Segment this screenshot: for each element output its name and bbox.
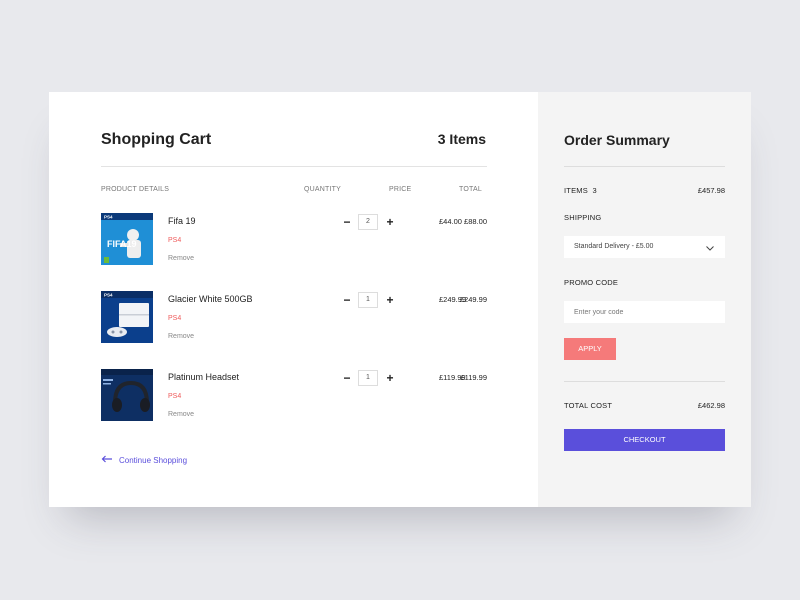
remove-link[interactable]: Remove bbox=[168, 411, 194, 418]
order-summary-panel: Order Summary ITEMS 3 £457.98 SHIPPING S… bbox=[538, 92, 751, 507]
quantity-input[interactable]: 2 bbox=[358, 214, 378, 230]
checkout-button[interactable]: CHECKOUT bbox=[564, 429, 725, 451]
cart-divider bbox=[101, 166, 487, 167]
cart-row: PS4 FIFA19 Fifa 19 PS4 Remove − 2 + £44.… bbox=[101, 213, 487, 265]
summary-items-label: ITEMS 3 bbox=[564, 186, 597, 195]
items-label: ITEMS bbox=[564, 186, 588, 195]
product-total: £119.99 bbox=[460, 373, 487, 382]
chevron-down-icon bbox=[705, 241, 715, 263]
svg-text:FIFA19: FIFA19 bbox=[107, 239, 137, 249]
minus-icon[interactable]: − bbox=[341, 294, 353, 306]
product-platform: PS4 bbox=[168, 237, 182, 244]
shipping-label: SHIPPING bbox=[564, 213, 602, 222]
product-total: £249.99 bbox=[459, 295, 487, 304]
shopping-cart-panel: Shopping Cart 3 Items PRODUCT DETAILS QU… bbox=[49, 92, 538, 507]
continue-shopping-link[interactable]: Continue Shopping bbox=[101, 455, 187, 465]
quantity-input[interactable]: 1 bbox=[358, 370, 378, 386]
total-cost-label: TOTAL COST bbox=[564, 401, 613, 410]
product-image-glacier-white[interactable]: PS4 bbox=[101, 291, 153, 343]
promo-code-input[interactable] bbox=[564, 301, 725, 323]
product-image-platinum-headset[interactable] bbox=[101, 369, 153, 421]
column-header-total: TOTAL bbox=[459, 186, 482, 193]
summary-items-value: £457.98 bbox=[697, 186, 725, 195]
column-header-quantity: QUANTITY bbox=[304, 186, 341, 193]
items-count: 3 bbox=[592, 186, 597, 195]
cart-card: Shopping Cart 3 Items PRODUCT DETAILS QU… bbox=[49, 92, 751, 507]
promo-code-label: PROMO CODE bbox=[564, 278, 619, 287]
plus-icon[interactable]: + bbox=[384, 372, 396, 384]
plus-icon[interactable]: + bbox=[384, 294, 396, 306]
quantity-input[interactable]: 1 bbox=[358, 292, 378, 308]
summary-divider bbox=[564, 381, 725, 382]
summary-title: Order Summary bbox=[564, 132, 670, 148]
arrow-left-icon bbox=[101, 455, 113, 465]
cart-row: PS4 Glacier White 500GB PS4 Remove − 1 +… bbox=[101, 291, 487, 343]
total-cost-value: £462.98 bbox=[697, 401, 725, 410]
cart-title: Shopping Cart bbox=[101, 131, 212, 148]
product-name[interactable]: Glacier White 500GB bbox=[168, 294, 253, 304]
minus-icon[interactable]: − bbox=[341, 372, 353, 384]
continue-shopping-label: Continue Shopping bbox=[119, 455, 188, 465]
cart-item-count: 3 Items bbox=[437, 131, 486, 147]
remove-link[interactable]: Remove bbox=[168, 333, 194, 340]
cart-row: Platinum Headset PS4 Remove − 1 + £119.9… bbox=[101, 369, 487, 421]
plus-icon[interactable]: + bbox=[384, 216, 396, 228]
summary-divider bbox=[564, 166, 725, 167]
product-price: £44.00 bbox=[439, 217, 462, 226]
shipping-selected-value: Standard Delivery - £5.00 bbox=[574, 243, 654, 250]
product-name[interactable]: Platinum Headset bbox=[168, 372, 239, 382]
apply-button[interactable]: APPLY bbox=[564, 338, 616, 360]
product-total: £88.00 bbox=[464, 217, 487, 226]
minus-icon[interactable]: − bbox=[341, 216, 353, 228]
product-name[interactable]: Fifa 19 bbox=[168, 216, 196, 226]
svg-text:PS4: PS4 bbox=[104, 215, 113, 220]
product-image-fifa-19[interactable]: PS4 FIFA19 bbox=[101, 213, 153, 265]
svg-text:PS4: PS4 bbox=[104, 293, 113, 298]
column-header-price: PRICE bbox=[389, 186, 412, 193]
product-platform: PS4 bbox=[168, 393, 182, 400]
column-header-product-details: PRODUCT DETAILS bbox=[101, 186, 170, 193]
shipping-select[interactable]: Standard Delivery - £5.00 bbox=[564, 236, 725, 258]
product-platform: PS4 bbox=[168, 315, 182, 322]
remove-link[interactable]: Remove bbox=[168, 255, 194, 262]
